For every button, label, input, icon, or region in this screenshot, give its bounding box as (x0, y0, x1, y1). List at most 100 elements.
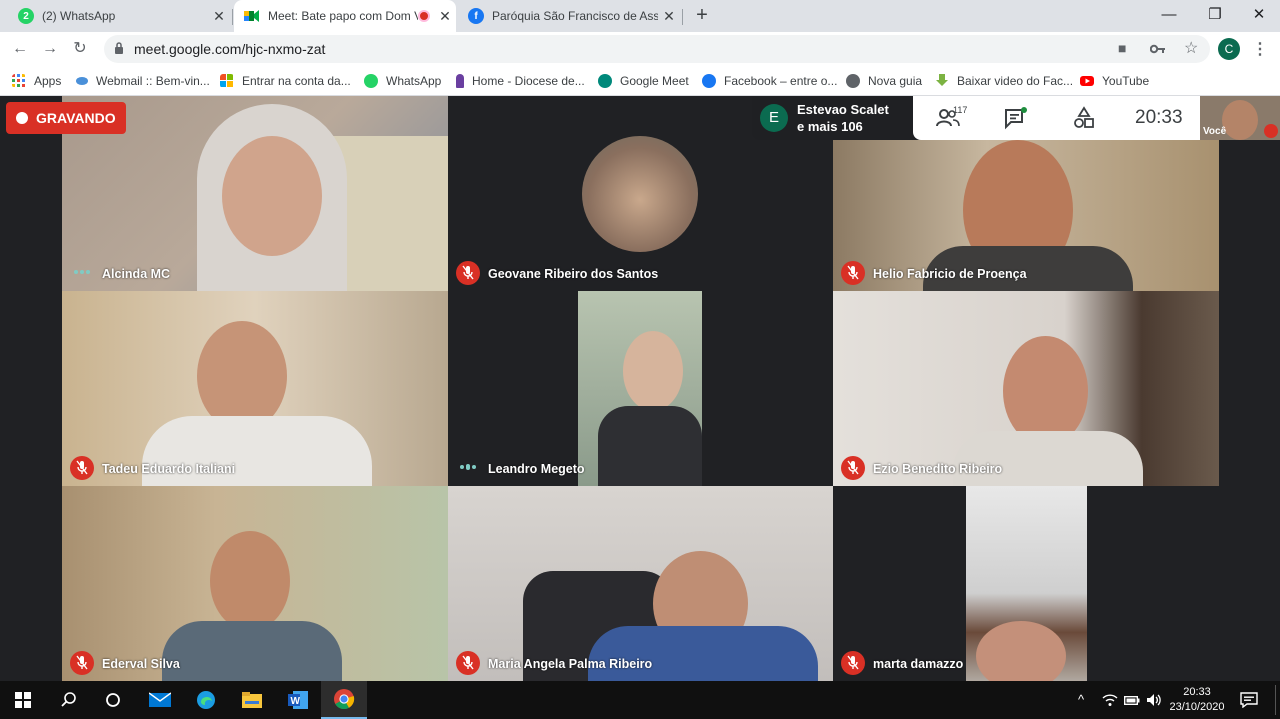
participant-count: 117 (953, 105, 968, 115)
participant-tile[interactable]: Maria Angela Palma Ribeiro (448, 486, 834, 681)
word-app-icon[interactable]: W (275, 681, 321, 719)
person-shoulders (953, 431, 1143, 486)
participant-name: Tadeu Eduardo Italiani (102, 462, 236, 476)
wifi-icon[interactable] (1102, 693, 1118, 707)
close-tab-icon[interactable]: ✕ (208, 8, 230, 25)
globe-icon (846, 74, 860, 88)
bookmark-whatsapp[interactable]: WhatsApp (364, 71, 441, 91)
bookmarks-bar: Apps Webmail :: Bem-vin... Entrar na con… (0, 66, 1280, 96)
close-tab-icon[interactable]: ✕ (434, 8, 456, 25)
bookmark-label: WhatsApp (386, 74, 442, 88)
person-shoulders (588, 626, 818, 681)
participant-video (966, 486, 1087, 681)
participant-name: marta damazzo (873, 657, 964, 671)
bookmark-google-meet[interactable]: Google Meet (598, 71, 689, 91)
bookmark-apps[interactable]: Apps (12, 71, 61, 91)
bookmark-star-icon[interactable]: ☆ (1184, 38, 1198, 58)
search-icon[interactable] (46, 681, 92, 719)
address-bar[interactable]: meet.google.com/hjc-nxmo-zat ■ ☆ (104, 35, 1210, 63)
chrome-taskbar-icon[interactable] (321, 681, 367, 719)
file-explorer-icon[interactable] (229, 681, 275, 719)
bookmark-youtube[interactable]: YouTube (1080, 71, 1149, 91)
muted-mic-icon (456, 261, 480, 285)
tab-title: Paróquia São Francisco de Assis (492, 9, 658, 23)
participant-video (62, 486, 448, 681)
notifications-icon[interactable] (1240, 692, 1258, 708)
tab-facebook[interactable]: f Paróquia São Francisco de Assis ✕ (458, 0, 680, 32)
show-hidden-icons-icon[interactable]: ^ (1078, 692, 1084, 707)
bookmark-microsoft[interactable]: Entrar na conta da... (220, 71, 351, 91)
participant-name: Geovane Ribeiro dos Santos (488, 267, 659, 281)
chat-icon[interactable] (1003, 106, 1029, 130)
google-meet-icon (244, 8, 260, 24)
muted-mic-icon (841, 261, 865, 285)
bookmark-label: Facebook – entre o... (724, 74, 838, 88)
lock-icon (115, 42, 123, 54)
participant-tile[interactable]: Helio Fabricio de Proença (833, 140, 1219, 291)
person-face (976, 621, 1066, 681)
close-tab-icon[interactable]: ✕ (658, 8, 680, 25)
self-view-tile[interactable]: Você (1200, 96, 1280, 140)
browser-tab-strip: 2 (2) WhatsApp ✕ Meet: Bate papo com Dom… (0, 0, 1280, 32)
participant-video (448, 486, 834, 681)
activities-icon[interactable] (1071, 106, 1097, 130)
tab-title: Meet: Bate papo com Dom V (268, 9, 418, 23)
taskbar-clock[interactable]: 20:33 23/10/2020 (1168, 685, 1226, 715)
windows-start-icon[interactable] (0, 681, 46, 719)
muted-mic-icon (1264, 124, 1278, 138)
participant-name: Ederval Silva (102, 657, 180, 671)
bookmark-webmail[interactable]: Webmail :: Bem-vin... (76, 71, 210, 91)
presenter-others: e mais 106 (797, 119, 863, 134)
presenter-avatar: E (760, 104, 788, 132)
minimize-button[interactable]: — (1146, 0, 1192, 32)
chrome-menu-icon[interactable]: ⋮ (1252, 39, 1268, 59)
bookmark-label: Baixar video do Fac... (957, 74, 1074, 88)
recording-indicator-icon (418, 10, 430, 22)
bookmark-diocese[interactable]: Home - Diocese de... (456, 71, 585, 91)
presenter-info[interactable]: E Estevao Scalet e mais 106 (752, 96, 915, 140)
bookmark-facebook[interactable]: Facebook – entre o... (702, 71, 837, 91)
participant-tile[interactable]: Ezio Benedito Ribeiro (833, 291, 1219, 486)
person-face (623, 331, 683, 411)
facebook-icon: f (468, 8, 484, 24)
bookmark-baixar-video[interactable]: Baixar video do Fac... (935, 71, 1073, 91)
key-icon[interactable] (1150, 43, 1166, 55)
person-face (1222, 100, 1258, 140)
person-face (222, 136, 322, 256)
tab-whatsapp[interactable]: 2 (2) WhatsApp ✕ (8, 0, 230, 32)
diocese-icon (456, 74, 464, 88)
bookmark-label: Apps (34, 74, 62, 88)
edge-browser-icon[interactable] (183, 681, 229, 719)
speaking-indicator-icon (460, 464, 478, 471)
battery-icon[interactable] (1124, 694, 1140, 706)
reload-icon[interactable]: ↻ (67, 36, 93, 62)
bookmark-label: YouTube (1102, 74, 1150, 88)
profile-avatar[interactable]: C (1218, 38, 1240, 60)
show-desktop-button[interactable] (1275, 685, 1276, 715)
mail-app-icon[interactable] (137, 681, 183, 719)
close-window-button[interactable]: ✕ (1236, 0, 1280, 32)
maximize-button[interactable]: ❐ (1192, 0, 1238, 32)
muted-mic-icon (841, 456, 865, 480)
tab-title: (2) WhatsApp (42, 9, 116, 23)
muted-mic-icon (841, 651, 865, 675)
forward-arrow-icon[interactable]: → (37, 36, 63, 62)
camera-icon[interactable]: ■ (1118, 40, 1126, 56)
back-arrow-icon[interactable]: ← (7, 36, 33, 62)
new-tab-button[interactable]: + (690, 4, 714, 28)
volume-icon[interactable] (1146, 693, 1162, 707)
participant-tile[interactable]: Tadeu Eduardo Italiani (62, 291, 448, 486)
participant-tile[interactable]: Leandro Megeto (448, 291, 834, 486)
taskbar-date: 23/10/2020 (1169, 701, 1225, 713)
bookmark-label: Webmail :: Bem-vin... (96, 74, 210, 88)
tab-google-meet[interactable]: Meet: Bate papo com Dom V ✕ (234, 0, 456, 32)
person-shoulders (598, 406, 702, 486)
participant-name: Alcinda MC (102, 267, 171, 281)
participant-tile[interactable]: Ederval Silva (62, 486, 448, 681)
url-text: meet.google.com/hjc-nxmo-zat (134, 41, 326, 57)
participant-tile[interactable]: marta damazzo (833, 486, 1219, 681)
bookmark-label: Nova guia (868, 74, 923, 88)
recording-badge: GRAVANDO (6, 102, 126, 134)
bookmark-nova-guia[interactable]: Nova guia (846, 71, 922, 91)
task-view-icon[interactable] (90, 681, 136, 719)
